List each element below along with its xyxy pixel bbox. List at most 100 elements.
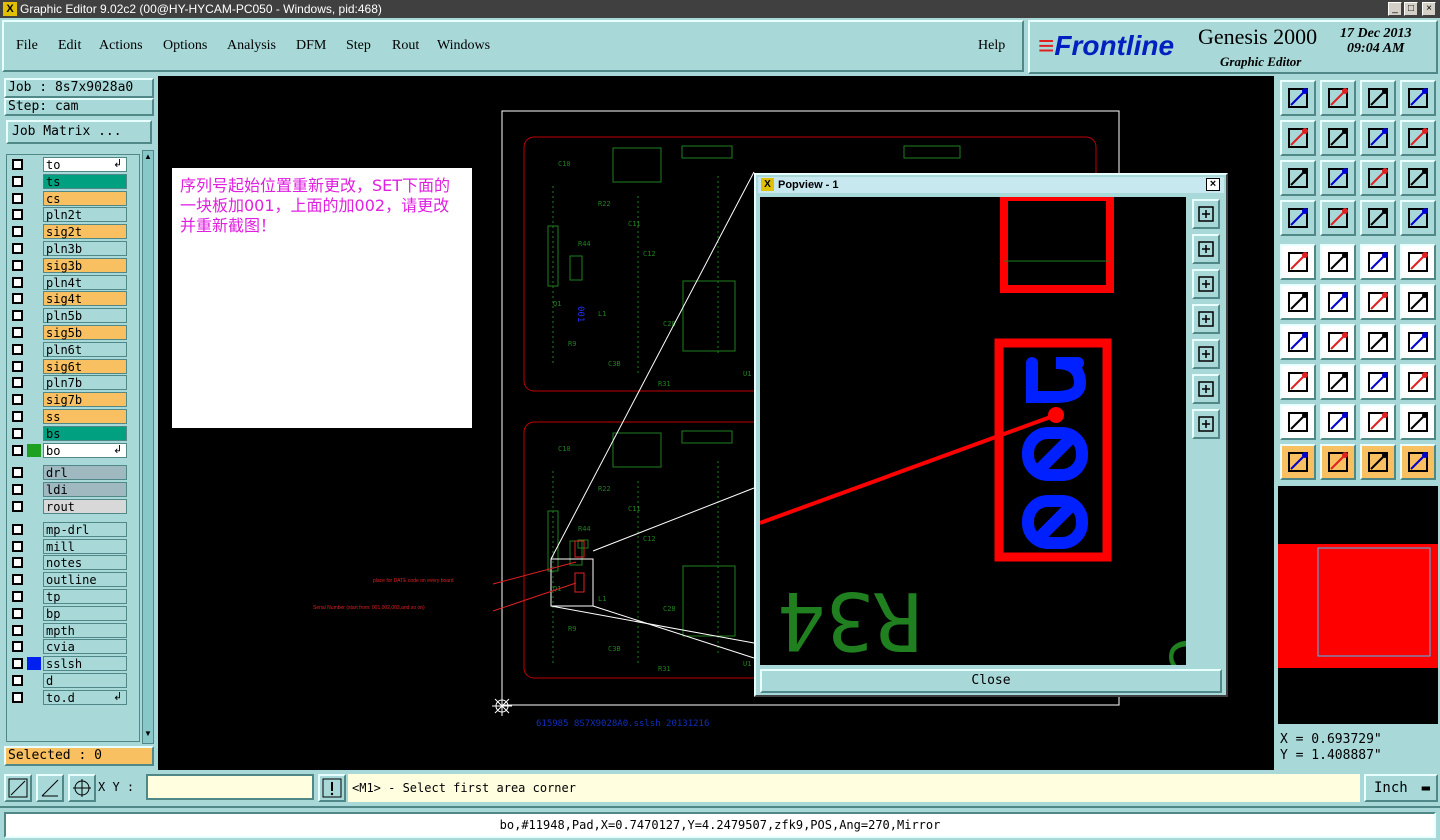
layer-name[interactable]: sig7b	[43, 392, 127, 408]
layer-color-swatch[interactable]	[27, 500, 41, 513]
layer-name[interactable]: sig6t	[43, 358, 127, 374]
layer-color-swatch[interactable]	[27, 326, 41, 339]
layer-row-sig3b[interactable]: sig3b	[9, 257, 139, 273]
layer-row-sslsh[interactable]: sslsh	[9, 656, 139, 672]
layer-row-outline[interactable]: outline	[9, 572, 139, 588]
layer-color-swatch[interactable]	[27, 522, 41, 536]
layer-name[interactable]: ss	[43, 409, 127, 424]
layer-color-swatch[interactable]	[27, 393, 41, 407]
layer-checkbox[interactable]	[12, 377, 23, 389]
layer-checkbox[interactable]	[12, 427, 23, 439]
scale-1-2-icon[interactable]	[1360, 160, 1396, 196]
pan-up-icon[interactable]	[1192, 234, 1220, 264]
layer-row-sig4t[interactable]: sig4t	[9, 291, 139, 307]
layer-checkbox[interactable]	[12, 327, 23, 338]
grid-icon[interactable]	[1320, 200, 1356, 236]
settings-icon[interactable]	[1280, 200, 1316, 236]
select-box-icon[interactable]	[1320, 444, 1356, 480]
zoom-home-icon[interactable]	[1192, 409, 1220, 439]
menu-dfm[interactable]: DFM	[296, 38, 326, 54]
layer-name[interactable]: pln5b	[43, 308, 127, 324]
layer-name[interactable]: sig4t	[43, 291, 127, 307]
copy-icon[interactable]	[1400, 284, 1436, 320]
layer-color-swatch[interactable]	[27, 258, 41, 272]
zoom-center-icon[interactable]	[1320, 160, 1356, 196]
layer-name[interactable]: drl	[43, 465, 127, 481]
layer-name[interactable]: pln4t	[43, 274, 127, 290]
split-view-icon[interactable]	[1400, 80, 1436, 116]
layer-row-d[interactable]: d	[9, 673, 139, 688]
layer-color-swatch[interactable]	[27, 674, 41, 687]
outline-icon[interactable]	[1360, 404, 1396, 440]
layer-checkbox[interactable]	[12, 360, 23, 372]
scroll-up-icon[interactable]: ▲	[144, 152, 152, 162]
layer-color-swatch[interactable]	[27, 539, 41, 553]
layer-color-swatch[interactable]	[27, 606, 41, 620]
layer-name[interactable]: cs	[43, 190, 127, 206]
layer-checkbox[interactable]	[12, 658, 23, 670]
layer-color-swatch[interactable]	[27, 640, 41, 654]
menu-actions[interactable]: Actions	[99, 38, 143, 54]
layer-checkbox[interactable]	[12, 675, 23, 686]
layer-name[interactable]: bp	[43, 605, 127, 621]
layer-name[interactable]: outline	[43, 572, 127, 588]
layer-checkbox[interactable]	[12, 591, 23, 602]
layer-checkbox[interactable]	[12, 343, 23, 355]
layer-checkbox[interactable]	[12, 444, 23, 456]
layer-name[interactable]: bs	[43, 425, 127, 441]
layer-row-sig6t[interactable]: sig6t	[9, 358, 139, 374]
layer-color-swatch[interactable]	[27, 590, 41, 603]
layer-row-pln4t[interactable]: pln4t	[9, 274, 139, 290]
layer-row-sig5b[interactable]: sig5b	[9, 325, 139, 340]
layer-row-sig7b[interactable]: sig7b	[9, 392, 139, 408]
layer-row-tp[interactable]: tp	[9, 589, 139, 604]
view-top-icon[interactable]	[1280, 80, 1316, 116]
pan-right-icon[interactable]	[1192, 339, 1220, 369]
layer-checkbox[interactable]	[12, 411, 23, 422]
layer-name[interactable]: sig5b	[43, 325, 127, 340]
layer-color-swatch[interactable]	[27, 556, 41, 570]
layer-checkbox[interactable]	[12, 523, 23, 535]
move-icon[interactable]	[1360, 284, 1396, 320]
layer-checkbox[interactable]	[12, 691, 23, 703]
layer-color-swatch[interactable]	[27, 158, 41, 171]
layer-checkbox[interactable]	[12, 467, 23, 479]
layer-name[interactable]: sig3b	[43, 257, 127, 273]
layer-color-swatch[interactable]	[27, 342, 41, 356]
layer-row-mp-drl[interactable]: mp-drl	[9, 521, 139, 537]
zoom-in-icon[interactable]	[1192, 199, 1220, 229]
layer-row-rout[interactable]: rout	[9, 499, 139, 514]
layer-row-bo[interactable]: bo ↲	[9, 442, 139, 458]
layer-name[interactable]: mill	[43, 538, 127, 554]
alert-icon[interactable]	[318, 774, 346, 802]
layers-color-icon[interactable]	[1360, 200, 1396, 236]
layer-checkbox[interactable]	[12, 226, 23, 238]
layer-name[interactable]: rout	[43, 499, 127, 514]
layer-checkbox[interactable]	[12, 259, 23, 271]
angle-icon[interactable]	[1280, 324, 1316, 360]
layer-color-swatch[interactable]	[27, 443, 41, 457]
menu-file[interactable]: File	[16, 38, 38, 54]
menu-edit[interactable]: Edit	[58, 38, 81, 54]
close-window-button[interactable]: ×	[1422, 2, 1436, 16]
menu-options[interactable]: Options	[163, 38, 207, 54]
layer-name[interactable]: sig2t	[43, 224, 127, 240]
layer-name[interactable]: sslsh	[43, 656, 127, 672]
layer-row-sig2t[interactable]: sig2t	[9, 224, 139, 240]
measure-icon[interactable]	[1360, 364, 1396, 400]
layer-checkbox[interactable]	[12, 243, 23, 254]
join-icon[interactable]	[1280, 364, 1316, 400]
layer-color-swatch[interactable]	[27, 623, 41, 637]
layer-name[interactable]: notes	[43, 555, 127, 571]
layer-row-to[interactable]: to ↲	[9, 157, 139, 172]
layer-color-swatch[interactable]	[27, 191, 41, 205]
layer-checkbox[interactable]	[12, 394, 23, 406]
delete-icon[interactable]	[1320, 284, 1356, 320]
job-matrix-button[interactable]: Job Matrix ...	[6, 120, 152, 144]
layer-name[interactable]: tp	[43, 589, 127, 604]
connect-icon[interactable]	[1280, 284, 1316, 320]
layer-row-ss[interactable]: ss	[9, 409, 139, 424]
zoom-fit-icon[interactable]	[1192, 374, 1220, 404]
layer-color-swatch[interactable]	[27, 376, 41, 390]
add-pad-icon[interactable]	[1280, 244, 1316, 280]
